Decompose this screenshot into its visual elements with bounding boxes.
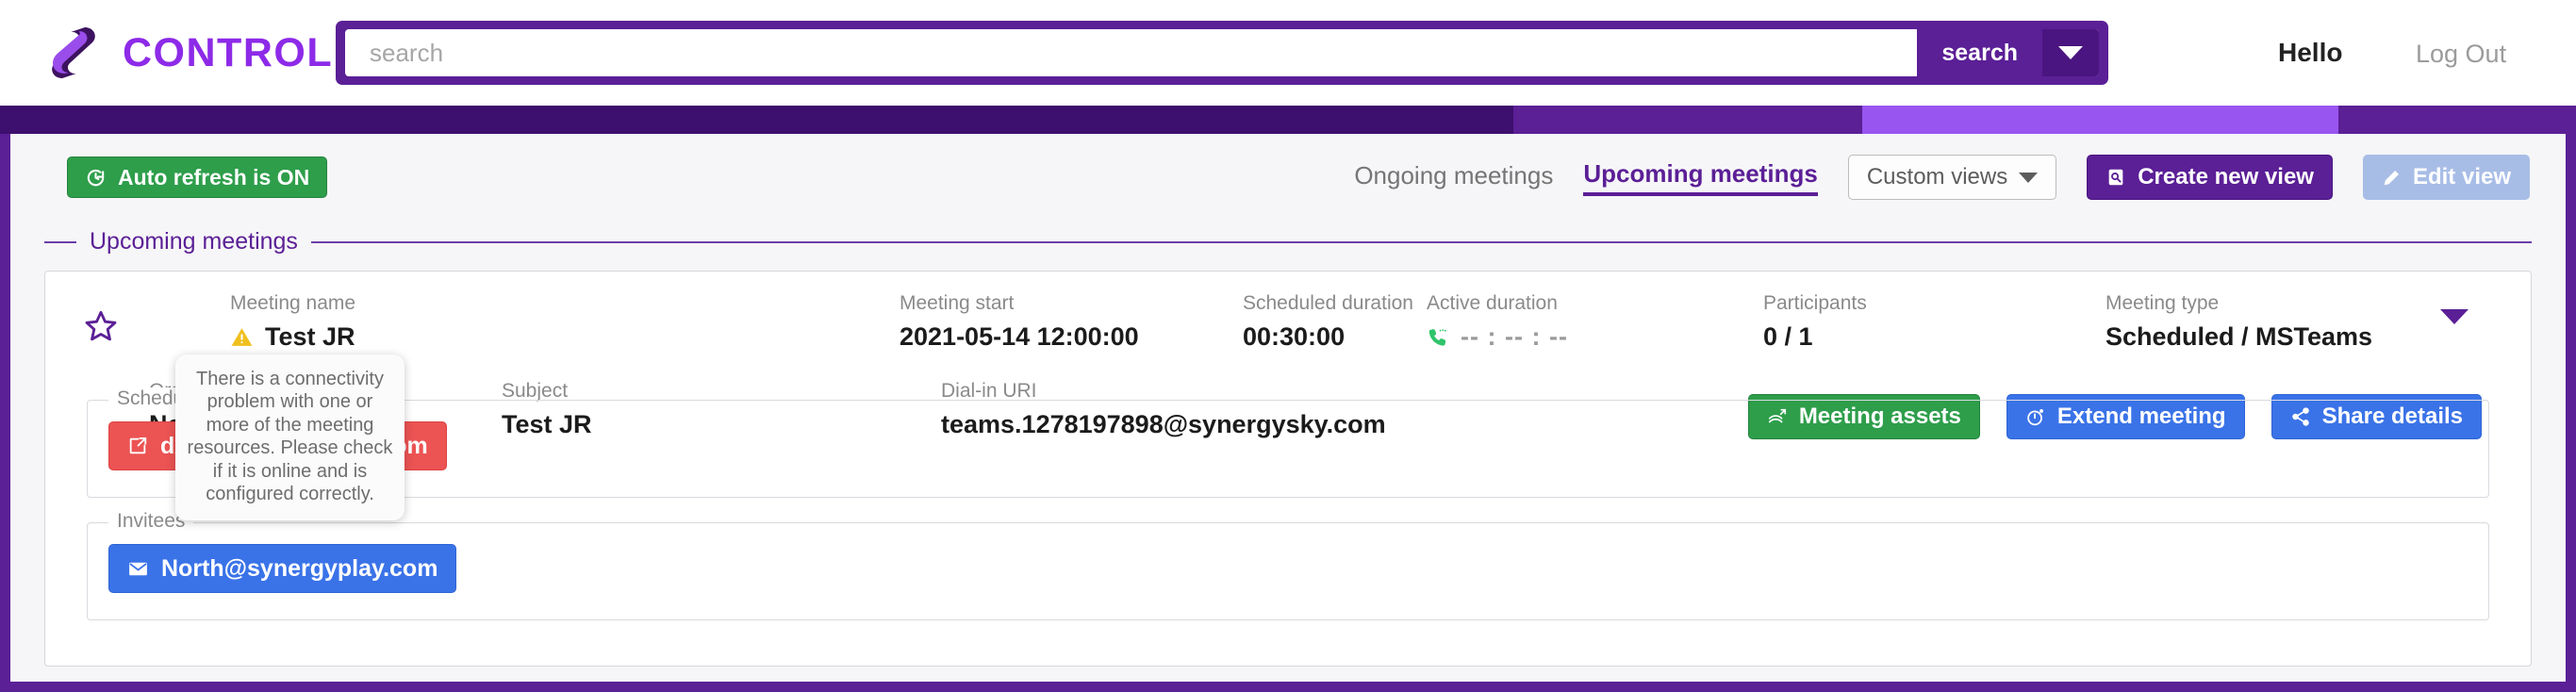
auto-refresh-toggle[interactable]: Auto refresh is ON — [67, 157, 328, 198]
star-outline-icon — [82, 307, 120, 345]
search-button[interactable]: search — [1917, 29, 2042, 76]
custom-views-label: Custom views — [1866, 164, 2008, 189]
active-duration-value: -- : -- : -- — [1461, 322, 1568, 352]
create-new-view-label: Create new view — [2138, 164, 2314, 189]
brand-name: CONTROL — [123, 29, 334, 75]
legend-dash-left — [44, 240, 76, 243]
custom-views-dropdown[interactable]: Custom views — [1847, 155, 2057, 200]
auto-refresh-label: Auto refresh is ON — [118, 164, 310, 189]
meeting-start-value: 2021-05-14 12:00:00 — [900, 322, 1139, 352]
phone-icon — [1427, 326, 1449, 349]
warning-triangle-icon — [230, 325, 254, 349]
active-duration-value-wrap: -- : -- : -- — [1427, 322, 1568, 352]
invitee-chip[interactable]: North@synergyplay.com — [108, 544, 457, 593]
meeting-name-value-wrap: Test JR — [230, 322, 355, 352]
expand-meeting-button[interactable] — [2440, 309, 2469, 341]
active-duration-label: Active duration — [1427, 292, 1558, 314]
edit-view-button[interactable]: Edit view — [2362, 155, 2530, 200]
toolbar-actions: Ongoing meetings Upcoming meetings Custo… — [1354, 155, 2530, 200]
meeting-card: Meeting name Test JR Meeting start 2021-… — [44, 271, 2532, 667]
section-title: Upcoming meetings — [90, 228, 298, 255]
logout-link[interactable]: Log Out — [2416, 40, 2506, 69]
meeting-type-value: Scheduled / MSTeams — [2105, 322, 2373, 352]
field-active-duration: Active duration -- : -- : -- — [1427, 292, 1568, 352]
search-field-container: search — [345, 29, 2099, 76]
search-input[interactable] — [345, 29, 1918, 76]
brand: CONTROL — [49, 24, 333, 82]
meeting-name-value: Test JR — [265, 322, 355, 352]
section-upcoming-meetings: Upcoming meetings — [44, 228, 2532, 255]
accent-strip-segment — [1513, 106, 1862, 134]
field-meeting-type: Meeting type Scheduled / MSTeams — [2105, 292, 2372, 352]
favorite-button[interactable] — [45, 296, 157, 345]
field-meeting-start: Meeting start 2021-05-14 12:00:00 — [900, 292, 1139, 352]
field-meeting-name: Meeting name Test JR — [230, 292, 355, 352]
pencil-icon — [2382, 168, 2402, 188]
accent-strip-segment — [2338, 106, 2576, 134]
subject-label: Subject — [502, 380, 569, 402]
greeting-label: Hello — [2278, 38, 2343, 67]
invitee-label: North@synergyplay.com — [161, 554, 438, 582]
chevron-down-icon — [2440, 309, 2469, 340]
participants-value: 0 / 1 — [1763, 322, 1813, 352]
scheduled-duration-value: 00:30:00 — [1243, 322, 1346, 352]
participants-label: Participants — [1763, 292, 1867, 314]
envelope-icon — [127, 558, 149, 580]
refresh-clock-icon — [85, 167, 107, 189]
chevron-down-icon — [2058, 46, 2083, 59]
app-header: CONTROL search Hello Log Out — [0, 0, 2576, 106]
field-participants: Participants 0 / 1 — [1763, 292, 1867, 352]
search-dropdown-button[interactable] — [2042, 29, 2099, 76]
create-new-view-button[interactable]: Create new view — [2087, 155, 2333, 200]
scheduled-resources-group: Scheduled resources dx70@synergyplay.com — [87, 387, 2489, 498]
content-area: Auto refresh is ON Ongoing meetings Upco… — [0, 134, 2576, 692]
connectivity-tooltip: There is a connectivity problem with one… — [175, 354, 405, 521]
tab-ongoing-meetings[interactable]: Ongoing meetings — [1354, 161, 1553, 194]
accent-strip-segment — [1862, 106, 2338, 134]
legend-dash-right — [310, 240, 2532, 243]
view-toolbar: Auto refresh is ON Ongoing meetings Upco… — [10, 134, 2566, 221]
meeting-start-label: Meeting start — [900, 292, 1015, 314]
scheduled-duration-label: Scheduled duration — [1243, 292, 1413, 314]
chevron-down-icon — [2019, 172, 2039, 183]
meeting-type-label: Meeting type — [2105, 292, 2220, 314]
accent-strip — [0, 106, 2576, 134]
field-scheduled-duration: Scheduled duration 00:30:00 — [1243, 292, 1413, 352]
external-link-icon — [127, 436, 148, 456]
document-search-icon — [2105, 167, 2126, 188]
dialin-uri-label: Dial-in URI — [941, 380, 1037, 402]
search-bar: search — [336, 21, 2108, 85]
section-legend: Upcoming meetings — [44, 228, 2532, 255]
tab-upcoming-meetings[interactable]: Upcoming meetings — [1583, 159, 1818, 196]
meeting-name-label: Meeting name — [230, 292, 356, 314]
accent-strip-segment — [0, 106, 1513, 134]
edit-view-label: Edit view — [2412, 164, 2511, 189]
s-logo-icon — [49, 24, 102, 82]
invitees-group: Invitees North@synergyplay.com — [87, 510, 2489, 620]
